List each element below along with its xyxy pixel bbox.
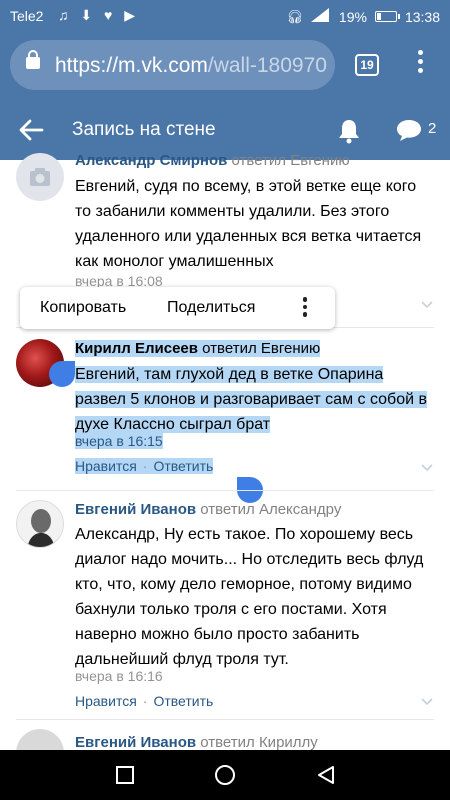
status-bar: Tele2 ♫ ⬇ ♥ ▶ 🎧︎ 19% 13:38 bbox=[0, 0, 450, 32]
home-button[interactable] bbox=[215, 765, 235, 785]
more-options-icon[interactable] bbox=[302, 297, 308, 321]
comment-author-line: Александр Смирнов ответил Евгению bbox=[75, 152, 350, 169]
selected-text: Евгений, там глухой дед в ветке Опарина … bbox=[75, 366, 427, 433]
comment-date[interactable]: вчера в 16:16 bbox=[75, 668, 163, 684]
system-nav-bar bbox=[0, 750, 450, 800]
messages-count: 2 bbox=[428, 120, 437, 137]
reply-button[interactable]: Ответить bbox=[153, 693, 213, 709]
selection-start-handle[interactable] bbox=[49, 361, 75, 387]
like-button[interactable]: Нравится bbox=[75, 693, 137, 709]
headphones-icon: 🎧︎ bbox=[286, 8, 303, 24]
author-name[interactable]: Александр Смирнов bbox=[75, 152, 227, 169]
avatar[interactable] bbox=[16, 500, 64, 548]
url-bar[interactable]: https://m.vk.com/wall-180970 bbox=[10, 40, 335, 90]
comment-actions: Нравится · Ответить bbox=[75, 693, 214, 709]
carrier-label: Tele2 bbox=[10, 8, 44, 24]
reply-button[interactable]: Ответить bbox=[153, 458, 213, 474]
replied-to[interactable]: ответил Кириллу bbox=[200, 734, 318, 750]
replied-to[interactable]: ответил Евгению bbox=[232, 152, 350, 169]
back-button[interactable] bbox=[316, 765, 336, 785]
like-button[interactable]: Нравится bbox=[75, 458, 137, 474]
comment-item: Александр Смирнов ответил Евгению Евгени… bbox=[0, 140, 450, 309]
chevron-down-icon[interactable] bbox=[421, 698, 433, 706]
comment-text: Александр, Ну есть такое. По хорошему ве… bbox=[75, 526, 424, 668]
replied-to[interactable]: ответил Александру bbox=[200, 501, 341, 518]
comment-author-line: Кирилл Елисеев ответил Евгению bbox=[75, 340, 321, 357]
author-name[interactable]: Евгений Иванов bbox=[75, 501, 196, 518]
avatar-placeholder[interactable] bbox=[16, 153, 64, 201]
recent-apps-button[interactable] bbox=[116, 766, 134, 784]
text-selection-menu: Копировать Поделиться bbox=[20, 287, 335, 329]
comment-date[interactable]: вчера в 16:15 bbox=[75, 433, 163, 449]
comment-author-line: Евгений Иванов ответил Александру bbox=[75, 501, 341, 518]
share-button[interactable]: Поделиться bbox=[167, 299, 255, 317]
author-name[interactable]: Кирилл Елисеев bbox=[75, 340, 198, 357]
avatar[interactable] bbox=[16, 729, 64, 750]
avatar-photo bbox=[27, 509, 55, 547]
notification-icons: ♫ ⬇ ♥ ▶ bbox=[58, 7, 139, 23]
clock: 13:38 bbox=[404, 8, 440, 25]
chevron-down-icon[interactable] bbox=[421, 301, 433, 309]
battery-percent: 19% bbox=[338, 8, 367, 25]
comment-author-line: Евгений Иванов ответил Кириллу bbox=[75, 734, 318, 750]
camera-icon bbox=[30, 168, 50, 186]
comment-item: Евгений Иванов ответил Кириллу bbox=[0, 720, 450, 750]
replied-to[interactable]: ответил Евгению bbox=[202, 340, 320, 357]
browser-toolbar: https://m.vk.com/wall-180970 19 bbox=[0, 32, 450, 100]
page-title: Запись на стене bbox=[72, 119, 216, 140]
battery-icon bbox=[374, 11, 400, 22]
tab-switcher-button[interactable]: 19 bbox=[355, 54, 379, 76]
url-path: /wall-180970 bbox=[207, 54, 327, 77]
comment-actions: Нравится · Ответить bbox=[75, 458, 214, 474]
messages-icon[interactable] bbox=[396, 118, 422, 142]
comment-text: Евгений, там глухой дед в ветке Опарина … bbox=[75, 362, 430, 437]
browser-menu-icon[interactable] bbox=[415, 50, 425, 80]
url-host: https://m.vk.com bbox=[55, 54, 208, 77]
author-name[interactable]: Евгений Иванов bbox=[75, 734, 196, 750]
back-arrow-icon[interactable] bbox=[18, 118, 44, 142]
lock-icon bbox=[26, 50, 40, 69]
comment-item: Евгений Иванов ответил Александру Алекса… bbox=[0, 491, 450, 716]
signal-icon bbox=[310, 8, 331, 25]
chevron-down-icon[interactable] bbox=[421, 464, 433, 472]
url-text[interactable]: https://m.vk.com/wall-180970 bbox=[55, 54, 330, 78]
comment-item: Кирилл Елисеев ответил Евгению Евгений, … bbox=[0, 328, 450, 488]
comment-text: Евгений, судя по всему, в этой ветке еще… bbox=[75, 178, 422, 270]
copy-button[interactable]: Копировать bbox=[40, 299, 126, 317]
